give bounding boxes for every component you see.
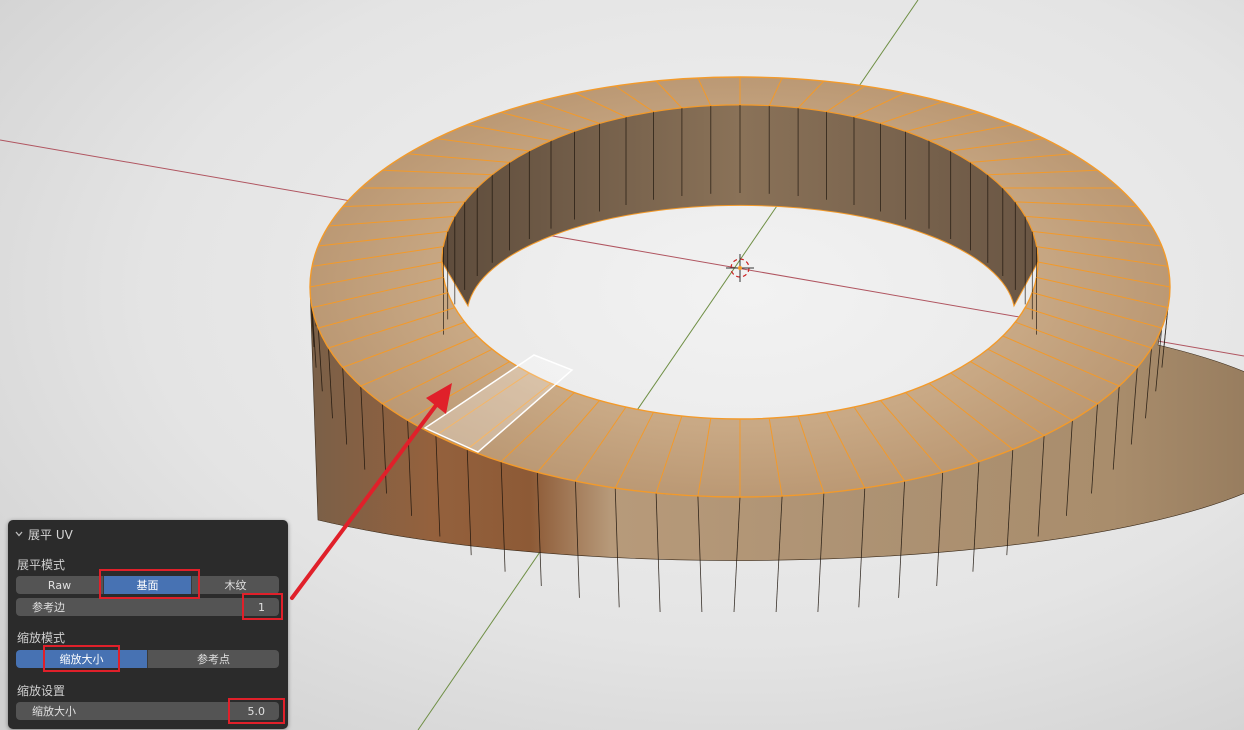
scale-settings-label: 缩放设置 (17, 684, 66, 698)
flatten-mode-raw-button[interactable]: Raw (16, 576, 104, 594)
scale-mode-label: 缩放模式 (17, 631, 66, 645)
reference-edge-label: 参考边 (32, 601, 65, 614)
scale-size-label: 缩放大小 (32, 705, 76, 718)
panel-header[interactable]: 展平 UV (14, 526, 73, 542)
scale-size-field[interactable]: 缩放大小 5.0 (16, 702, 279, 720)
panel-title: 展平 UV (28, 527, 73, 542)
scale-mode-selector: 缩放大小 参考点 (16, 650, 279, 668)
flatten-mode-base-button[interactable]: 基面 (104, 576, 192, 594)
scale-mode-size-button[interactable]: 缩放大小 (16, 650, 148, 668)
reference-edge-value: 1 (258, 600, 265, 614)
flatten-uv-panel: 展平 UV 展平模式 Raw 基面 木纹 参考边 1 缩放模式 缩放大小 参考点… (8, 520, 288, 729)
chevron-down-icon (15, 531, 23, 537)
scale-mode-reference-point-button[interactable]: 参考点 (148, 650, 279, 668)
flatten-mode-label: 展平模式 (17, 558, 66, 572)
reference-edge-field[interactable]: 参考边 1 (16, 598, 279, 616)
flatten-mode-selector: Raw 基面 木纹 (16, 576, 279, 594)
scale-size-value: 5.0 (247, 704, 266, 718)
flatten-mode-wood-grain-button[interactable]: 木纹 (192, 576, 279, 594)
